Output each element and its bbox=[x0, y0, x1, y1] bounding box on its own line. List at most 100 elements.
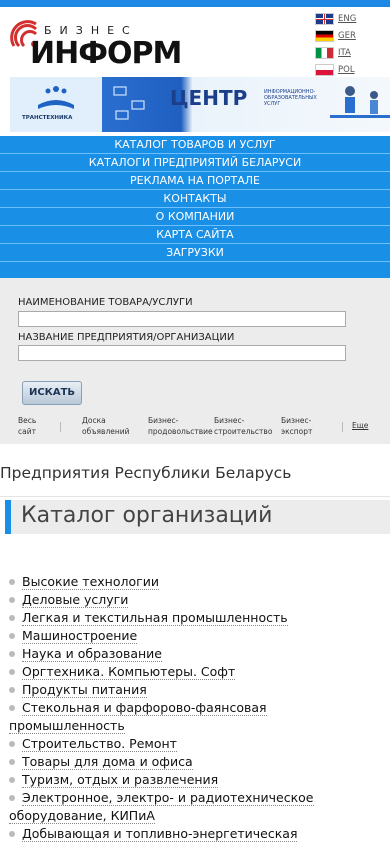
scope-label-1: Весь bbox=[18, 416, 37, 425]
top-accent-bar bbox=[0, 0, 390, 7]
list-item: Строительство. Ремонт bbox=[9, 735, 384, 753]
germany-flag-icon bbox=[316, 31, 333, 41]
menu-item-contacts[interactable]: КОНТАКТЫ bbox=[0, 190, 390, 208]
book-logo-icon bbox=[38, 86, 74, 109]
page-title: Предприятия Республики Беларусь bbox=[0, 464, 292, 482]
list-item: Оргтехника. Компьютеры. Софт bbox=[9, 663, 384, 681]
site-logo[interactable]: БИЗНЕС ИНФОРМ bbox=[6, 14, 196, 71]
bullet-icon bbox=[9, 777, 15, 783]
scope-label-1: Бизнес- bbox=[148, 416, 179, 425]
category-list: Высокие технологии Деловые услуги Легкая… bbox=[9, 573, 384, 843]
list-item: Машиностроение bbox=[9, 627, 384, 645]
company-search-input[interactable] bbox=[18, 345, 346, 361]
more-scopes-link[interactable]: Еще bbox=[352, 421, 368, 430]
scope-label-2: продовольствие bbox=[148, 427, 213, 436]
bullet-icon bbox=[9, 759, 15, 765]
scope-label-2: строительство bbox=[214, 427, 273, 436]
list-item: Деловые услуги bbox=[9, 591, 384, 609]
list-item: Товары для дома и офиса bbox=[9, 753, 384, 771]
scope-label-1: Доска bbox=[82, 416, 106, 425]
list-item: Стекольная и фарфорово-фаянсовая промышл… bbox=[9, 699, 384, 735]
category-link[interactable]: Деловые услуги bbox=[22, 592, 129, 608]
bullet-icon bbox=[9, 795, 15, 801]
menu-item-sitemap[interactable]: КАРТА САЙТА bbox=[0, 226, 390, 244]
bullet-icon bbox=[9, 633, 15, 639]
uk-flag-icon bbox=[316, 14, 333, 24]
list-item: Электронное, электро- и радиотехническое… bbox=[9, 789, 384, 825]
scope-label-1: Бизнес- bbox=[281, 416, 312, 425]
logo-title: ИНФОРМ bbox=[30, 36, 182, 71]
company-search-label: НАЗВАНИЕ ПРЕДПРИЯТИЯ/ОРГАНИЗАЦИИ bbox=[18, 332, 235, 343]
scope-label-2: объявлений bbox=[82, 427, 130, 436]
lang-pol[interactable]: POL bbox=[316, 62, 356, 78]
bullet-icon bbox=[9, 579, 15, 585]
category-link[interactable]: Легкая и текстильная промышленность bbox=[22, 610, 288, 626]
product-search-label: НАИМЕНОВАНИЕ ТОВАРА/УСЛУГИ bbox=[18, 297, 193, 308]
scope-business-food[interactable]: Бизнес- продовольствие bbox=[148, 415, 213, 437]
tab-divider bbox=[342, 422, 343, 432]
italy-flag-icon bbox=[316, 48, 333, 58]
bullet-icon bbox=[9, 687, 15, 693]
list-item: Наука и образование bbox=[9, 645, 384, 663]
scope-label-1: Бизнес- bbox=[214, 416, 245, 425]
promo-banner[interactable]: ТРАНСТЕХНИКА ЦЕНТР ИНФОРМАЦИОННО-ОБРАЗОВ… bbox=[10, 77, 390, 132]
scope-label-2: экспорт bbox=[281, 427, 313, 436]
menu-item-advertising[interactable]: РЕКЛАМА НА ПОРТАЛЕ bbox=[0, 172, 390, 190]
bullet-icon bbox=[9, 615, 15, 621]
catalog-heading: Каталог организаций bbox=[5, 500, 390, 534]
main-menu: КАТАЛОГ ТОВАРОВ И УСЛУГ КАТАЛОГИ ПРЕДПРИ… bbox=[0, 136, 390, 278]
list-item: Добывающая и топливно-энергетическая bbox=[9, 825, 384, 843]
menu-item-about[interactable]: О КОМПАНИИ bbox=[0, 208, 390, 226]
scope-business-construction[interactable]: Бизнес- строительство bbox=[214, 415, 272, 437]
search-scope-tabs: Весь сайт Доска объявлений Бизнес- продо… bbox=[0, 415, 390, 437]
poland-flag-icon bbox=[316, 65, 333, 75]
bullet-icon bbox=[9, 651, 15, 657]
banner-subtitle: ИНФОРМАЦИОННО-ОБРАЗОВАТЕЛЬНЫХ УСЛУГ bbox=[264, 89, 317, 107]
list-item: Туризм, отдых и развлечения bbox=[9, 771, 384, 789]
people-illustration bbox=[330, 86, 390, 118]
bullet-icon bbox=[9, 669, 15, 675]
product-search-input[interactable] bbox=[18, 311, 346, 327]
list-item: Продукты питания bbox=[9, 681, 384, 699]
lang-label: GER bbox=[338, 31, 356, 41]
menu-item-catalog-companies[interactable]: КАТАЛОГИ ПРЕДПРИЯТИЙ БЕЛАРУСИ bbox=[0, 154, 390, 172]
category-link[interactable]: Высокие технологии bbox=[22, 574, 159, 590]
category-link[interactable]: Строительство. Ремонт bbox=[22, 736, 177, 752]
category-link[interactable]: Машиностроение bbox=[22, 628, 138, 644]
category-link[interactable]: Добывающая и топливно-энергетическая bbox=[22, 826, 298, 842]
category-link[interactable]: Электронное, электро- и радиотехническое… bbox=[9, 790, 314, 824]
menu-item-catalog-goods[interactable]: КАТАЛОГ ТОВАРОВ И УСЛУГ bbox=[0, 136, 390, 154]
bullet-icon bbox=[9, 597, 15, 603]
category-link[interactable]: Стекольная и фарфорово-фаянсовая промышл… bbox=[9, 700, 267, 734]
lang-label: POL bbox=[338, 65, 355, 75]
banner-logo-area: ТРАНСТЕХНИКА bbox=[10, 77, 102, 132]
list-item: Легкая и текстильная промышленность bbox=[9, 609, 384, 627]
lang-ita[interactable]: ITA bbox=[316, 45, 356, 61]
scope-business-export[interactable]: Бизнес- экспорт bbox=[281, 415, 312, 437]
bullet-icon bbox=[9, 741, 15, 747]
language-switcher: ENG GER ITA POL bbox=[316, 11, 356, 79]
category-link[interactable]: Туризм, отдых и развлечения bbox=[22, 772, 219, 788]
search-button[interactable]: ИСКАТЬ bbox=[22, 381, 82, 405]
lang-label: ENG bbox=[338, 14, 357, 24]
lang-eng[interactable]: ENG bbox=[316, 11, 356, 27]
scope-whole-site[interactable]: Весь сайт bbox=[18, 415, 36, 437]
scope-bulletin-board[interactable]: Доска объявлений bbox=[82, 415, 130, 437]
tab-divider bbox=[60, 422, 61, 432]
office-icons bbox=[113, 86, 145, 120]
lang-ger[interactable]: GER bbox=[316, 28, 356, 44]
catalog-title: Каталог организаций bbox=[21, 503, 273, 528]
category-link[interactable]: Товары для дома и офиса bbox=[22, 754, 193, 770]
banner-center-title: ЦЕНТР bbox=[170, 86, 248, 110]
banner-left-caption: ТРАНСТЕХНИКА bbox=[22, 115, 73, 121]
category-link[interactable]: Наука и образование bbox=[22, 646, 162, 662]
scope-label-2: сайт bbox=[18, 427, 36, 436]
list-item: Высокие технологии bbox=[9, 573, 384, 591]
bullet-icon bbox=[9, 705, 15, 711]
bullet-icon bbox=[9, 831, 15, 837]
divider bbox=[0, 496, 390, 497]
lang-label: ITA bbox=[338, 48, 351, 58]
menu-item-downloads[interactable]: ЗАГРУЗКИ bbox=[0, 244, 390, 262]
category-link[interactable]: Продукты питания bbox=[22, 682, 147, 698]
category-link[interactable]: Оргтехника. Компьютеры. Софт bbox=[22, 664, 236, 680]
